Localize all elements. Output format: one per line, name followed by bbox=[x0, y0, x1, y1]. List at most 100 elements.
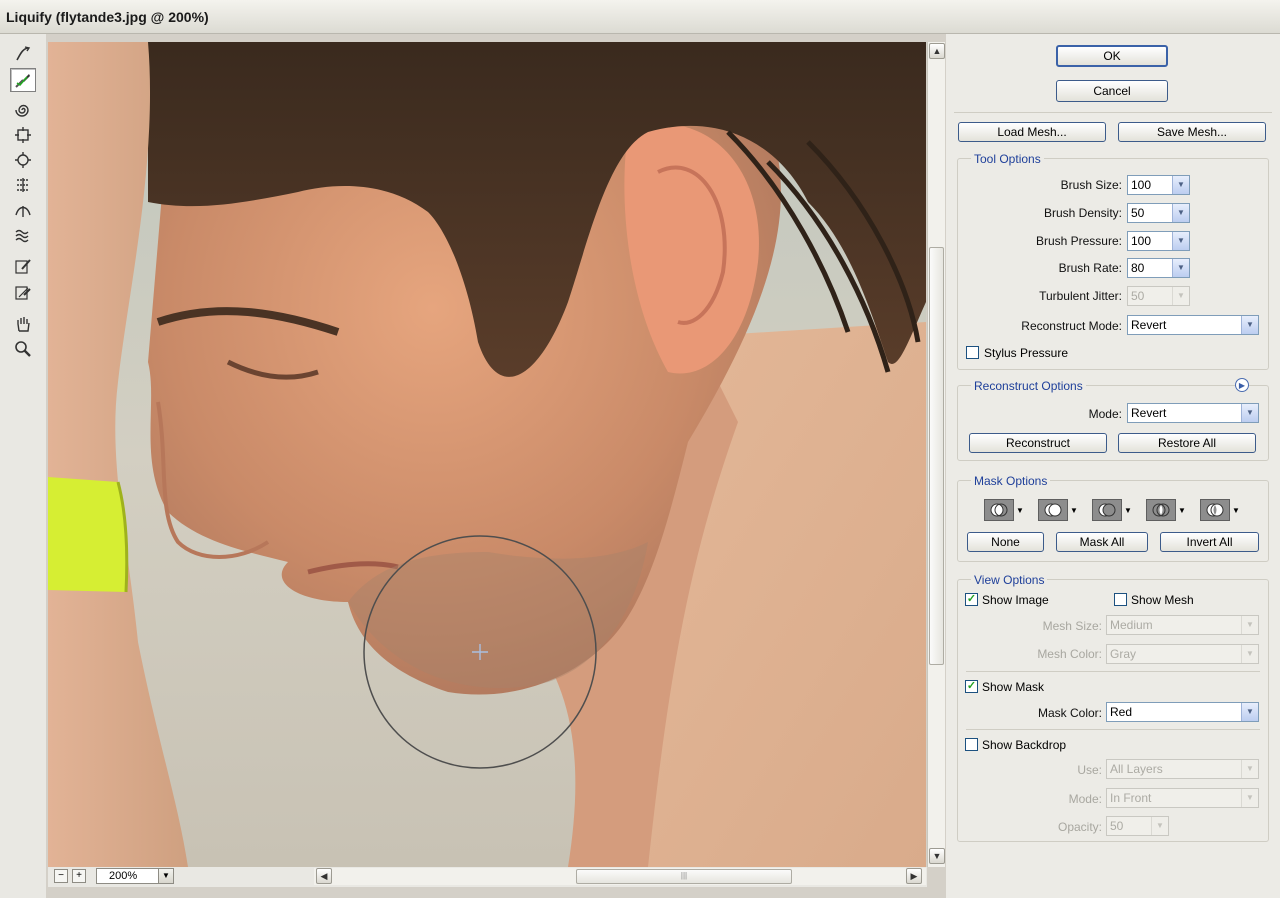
mesh-color-label: Mesh Color: bbox=[1037, 647, 1102, 661]
mask-color-value: Red bbox=[1110, 705, 1133, 719]
vertical-scroll-thumb[interactable] bbox=[929, 247, 944, 665]
opacity-value: 50 bbox=[1110, 819, 1124, 833]
chevron-down-icon[interactable]: ▼ bbox=[1172, 204, 1189, 222]
brush-size-value: 100 bbox=[1131, 178, 1152, 192]
chevron-down-icon: ▼ bbox=[1241, 616, 1258, 634]
backdrop-mode-select: In Front ▼ bbox=[1106, 788, 1259, 808]
show-mesh-label: Show Mesh bbox=[1131, 593, 1194, 607]
load-mesh-button[interactable]: Load Mesh... bbox=[958, 122, 1106, 142]
zoom-in-button[interactable]: + bbox=[72, 869, 86, 883]
horizontal-scroll-thumb[interactable]: ||| bbox=[576, 869, 792, 884]
opacity-label: Opacity: bbox=[1057, 820, 1102, 834]
chevron-down-icon: ▼ bbox=[1241, 760, 1258, 778]
thaw-mask-tool-icon[interactable] bbox=[10, 280, 36, 304]
divider bbox=[966, 729, 1260, 730]
reconstruct-options-mode-select[interactable]: Revert ▼ bbox=[1127, 403, 1259, 423]
ok-button[interactable]: OK bbox=[1056, 45, 1168, 67]
horizontal-scrollbar[interactable]: ◀ ||| ▶ bbox=[314, 868, 926, 885]
expand-arrow-icon[interactable]: ▶ bbox=[1235, 378, 1249, 392]
brush-density-label: Brush Density: bbox=[1043, 206, 1122, 220]
mask-none-button[interactable]: None bbox=[967, 532, 1044, 552]
reconstruct-options-mode-value: Revert bbox=[1131, 406, 1167, 420]
turbulent-jitter-value: 50 bbox=[1131, 289, 1145, 303]
divider bbox=[954, 112, 1272, 113]
forward-warp-tool-icon[interactable] bbox=[10, 42, 36, 66]
intersect-with-selection-icon[interactable]: ▼ bbox=[1146, 499, 1186, 521]
pucker-tool-icon[interactable] bbox=[10, 123, 36, 147]
vertical-scrollbar[interactable]: ▲ ▼ bbox=[927, 42, 945, 867]
turbulence-tool-icon[interactable] bbox=[10, 223, 36, 247]
brush-rate-field[interactable]: 80 ▼ bbox=[1127, 258, 1190, 278]
show-backdrop-checkbox[interactable] bbox=[965, 738, 978, 751]
invert-selection-icon[interactable]: ▼ bbox=[1200, 499, 1240, 521]
invert-all-button[interactable]: Invert All bbox=[1160, 532, 1259, 552]
show-mesh-checkbox[interactable] bbox=[1114, 593, 1127, 606]
window-title: Liquify (flytande3.jpg @ 200%) bbox=[6, 9, 209, 25]
mesh-size-label: Mesh Size: bbox=[1042, 619, 1102, 633]
chevron-down-icon[interactable]: ▼ bbox=[1172, 259, 1189, 277]
chevron-down-icon[interactable]: ▼ bbox=[1172, 232, 1189, 250]
use-value: All Layers bbox=[1110, 762, 1163, 776]
scroll-down-icon[interactable]: ▼ bbox=[929, 848, 945, 864]
mesh-size-select: Medium ▼ bbox=[1106, 615, 1259, 635]
divider bbox=[966, 671, 1260, 672]
brush-rate-value: 80 bbox=[1131, 261, 1145, 275]
restore-all-button[interactable]: Restore All bbox=[1118, 433, 1256, 453]
show-backdrop-label: Show Backdrop bbox=[982, 738, 1067, 752]
chevron-down-icon: ▼ bbox=[1241, 789, 1258, 807]
mirror-tool-icon[interactable] bbox=[10, 198, 36, 222]
show-image-checkbox[interactable]: ✓ bbox=[965, 593, 978, 606]
zoom-out-button[interactable]: − bbox=[54, 869, 68, 883]
zoom-level-select[interactable]: 200% ▼ bbox=[96, 868, 174, 884]
mask-all-button[interactable]: Mask All bbox=[1056, 532, 1148, 552]
reconstruct-mode-label-2: Mode: bbox=[1088, 407, 1122, 421]
options-panel: OK Cancel Load Mesh... Save Mesh... Tool… bbox=[946, 34, 1280, 898]
brush-pressure-value: 100 bbox=[1131, 234, 1152, 248]
push-left-tool-icon[interactable] bbox=[10, 173, 36, 197]
show-mask-checkbox[interactable]: ✓ bbox=[965, 680, 978, 693]
show-mask-label: Show Mask bbox=[982, 680, 1045, 694]
scroll-up-icon[interactable]: ▲ bbox=[929, 43, 945, 59]
use-select: All Layers ▼ bbox=[1106, 759, 1259, 779]
subtract-from-selection-icon[interactable]: ▼ bbox=[1092, 499, 1132, 521]
cancel-button[interactable]: Cancel bbox=[1056, 80, 1168, 102]
reconstruct-tool-icon[interactable] bbox=[10, 68, 36, 92]
backdrop-mode-label: Mode: bbox=[1068, 792, 1102, 806]
brush-size-field[interactable]: 100 ▼ bbox=[1127, 175, 1190, 195]
scroll-right-icon[interactable]: ▶ bbox=[906, 868, 922, 884]
zoom-tool-icon[interactable] bbox=[10, 337, 36, 361]
mask-color-label: Mask Color: bbox=[1037, 706, 1102, 720]
photo-preview bbox=[48, 42, 926, 867]
replace-selection-icon[interactable]: ▼ bbox=[984, 499, 1024, 521]
brush-pressure-field[interactable]: 100 ▼ bbox=[1127, 231, 1190, 251]
chevron-down-icon[interactable]: ▼ bbox=[1172, 176, 1189, 194]
freeze-mask-tool-icon[interactable] bbox=[10, 254, 36, 278]
tool-options-title: Tool Options bbox=[971, 152, 1044, 166]
mesh-size-value: Medium bbox=[1110, 618, 1153, 632]
chevron-down-icon: ▼ bbox=[1172, 287, 1189, 305]
chevron-down-icon[interactable]: ▼ bbox=[1241, 316, 1258, 334]
mask-color-select[interactable]: Red ▼ bbox=[1106, 702, 1259, 722]
brush-rate-label: Brush Rate: bbox=[1058, 261, 1122, 275]
canvas-status-bar: − + 200% ▼ ◀ ||| ▶ bbox=[48, 867, 927, 887]
mesh-color-value: Gray bbox=[1110, 647, 1137, 661]
mask-options-title: Mask Options bbox=[971, 474, 1051, 488]
scroll-left-icon[interactable]: ◀ bbox=[316, 868, 332, 884]
tool-bar bbox=[0, 34, 46, 898]
chevron-down-icon: ▼ bbox=[1151, 817, 1168, 835]
preview-canvas[interactable] bbox=[48, 42, 926, 867]
brush-density-field[interactable]: 50 ▼ bbox=[1127, 203, 1190, 223]
reconstruct-button[interactable]: Reconstruct bbox=[969, 433, 1107, 453]
hand-tool-icon[interactable] bbox=[10, 312, 36, 336]
save-mesh-button[interactable]: Save Mesh... bbox=[1118, 122, 1266, 142]
twirl-clockwise-tool-icon[interactable] bbox=[10, 98, 36, 122]
title-bar: Liquify (flytande3.jpg @ 200%) bbox=[0, 0, 1280, 34]
chevron-down-icon[interactable]: ▼ bbox=[1241, 703, 1258, 721]
bloat-tool-icon[interactable] bbox=[10, 148, 36, 172]
add-to-selection-icon[interactable]: ▼ bbox=[1038, 499, 1078, 521]
chevron-down-icon[interactable]: ▼ bbox=[1241, 404, 1258, 422]
stylus-pressure-checkbox[interactable] bbox=[966, 346, 979, 359]
chevron-down-icon[interactable]: ▼ bbox=[158, 868, 174, 884]
brush-density-value: 50 bbox=[1131, 206, 1145, 220]
reconstruct-mode-select[interactable]: Revert ▼ bbox=[1127, 315, 1259, 335]
